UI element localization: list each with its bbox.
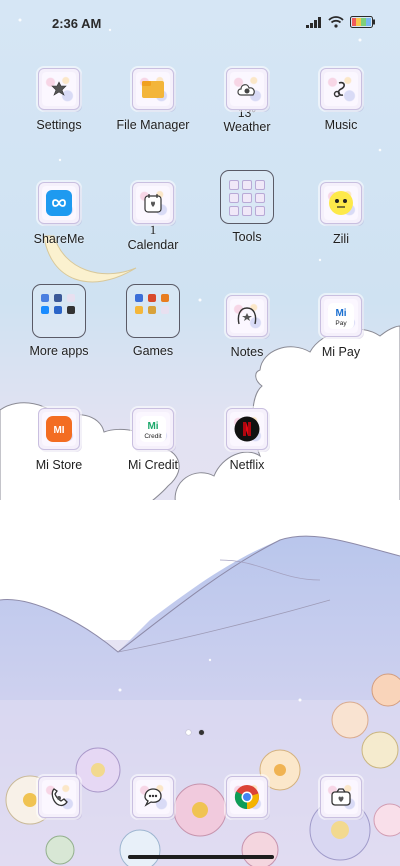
- app-music[interactable]: Music: [294, 68, 388, 132]
- app-label: Netflix: [229, 458, 265, 472]
- battery-icon: [350, 16, 375, 28]
- folder-games[interactable]: Games: [106, 284, 200, 358]
- app-zili[interactable]: Zili: [294, 182, 388, 246]
- chrome-icon: [234, 785, 259, 810]
- app-settings[interactable]: Settings: [12, 68, 106, 132]
- app-label: ShareMe: [33, 232, 85, 246]
- folder-more-apps[interactable]: More apps: [12, 284, 106, 358]
- app-weather[interactable]: 13° Weather: [200, 68, 294, 134]
- settings-icon: [51, 81, 67, 96]
- app-label: File Manager: [116, 118, 190, 132]
- dock-camera[interactable]: [294, 776, 388, 818]
- svg-text:Mi: Mi: [147, 421, 158, 432]
- page-dot-active: [199, 730, 204, 735]
- dock-phone[interactable]: [12, 776, 106, 818]
- app-notes[interactable]: Notes: [200, 295, 294, 359]
- notes-icon: [237, 307, 257, 325]
- camera-icon: [331, 788, 351, 806]
- calendar-icon: [144, 194, 162, 213]
- messages-icon: [144, 788, 162, 807]
- svg-text:Mi: Mi: [335, 308, 346, 319]
- app-label: Tools: [232, 230, 262, 244]
- netflix-icon: [234, 416, 260, 442]
- app-file-manager[interactable]: File Manager: [106, 68, 200, 132]
- folder-tools[interactable]: Tools: [200, 170, 294, 244]
- weather-icon: [237, 84, 255, 96]
- app-label: Weather: [223, 120, 271, 134]
- signal-icon: [306, 16, 321, 28]
- mi-store-icon: MI: [46, 416, 72, 442]
- app-label: Mi Pay: [321, 345, 361, 359]
- shareme-icon: [46, 190, 72, 216]
- page-indicator: [186, 730, 204, 735]
- folder-icon: [142, 81, 164, 98]
- wifi-icon: [328, 16, 344, 28]
- app-label: Zili: [333, 232, 349, 246]
- app-mi-pay[interactable]: Mi Pay Mi Pay: [294, 295, 388, 359]
- mi-pay-icon: Mi Pay: [328, 303, 354, 329]
- status-bar: 2:36 AM: [0, 0, 400, 44]
- status-icons: [306, 16, 376, 28]
- app-label: Mi Store: [35, 458, 83, 472]
- dock-messages[interactable]: [106, 776, 200, 818]
- svg-text:MI: MI: [53, 425, 64, 436]
- music-icon: [333, 81, 345, 98]
- app-shareme[interactable]: ShareMe: [12, 182, 106, 246]
- app-mi-store[interactable]: MI Mi Store: [12, 408, 106, 472]
- clock: 2:36 AM: [52, 16, 102, 31]
- app-label: More apps: [29, 344, 89, 358]
- zili-icon: [329, 191, 353, 215]
- home-indicator[interactable]: [128, 855, 274, 859]
- app-label: Calendar: [127, 238, 179, 252]
- more-apps-folder-icon: [32, 284, 86, 338]
- app-netflix[interactable]: Netflix: [200, 408, 294, 472]
- app-label: Notes: [230, 345, 264, 359]
- dock-chrome[interactable]: [200, 776, 294, 818]
- app-mi-credit[interactable]: Mi Credit Mi Credit: [106, 408, 200, 472]
- tools-folder-icon: [220, 170, 274, 224]
- app-label: Settings: [36, 118, 82, 132]
- calendar-day: 1: [149, 222, 157, 237]
- app-label: Games: [132, 344, 174, 358]
- app-calendar[interactable]: 1 Calendar: [106, 182, 200, 252]
- page-dot: [186, 730, 191, 735]
- mi-credit-icon: Mi Credit: [140, 416, 166, 442]
- games-folder-icon: [126, 284, 180, 338]
- phone-icon: [51, 788, 68, 807]
- svg-text:Pay: Pay: [335, 320, 347, 327]
- app-label: Mi Credit: [127, 458, 178, 472]
- svg-text:Credit: Credit: [144, 433, 162, 440]
- app-label: Music: [324, 118, 358, 132]
